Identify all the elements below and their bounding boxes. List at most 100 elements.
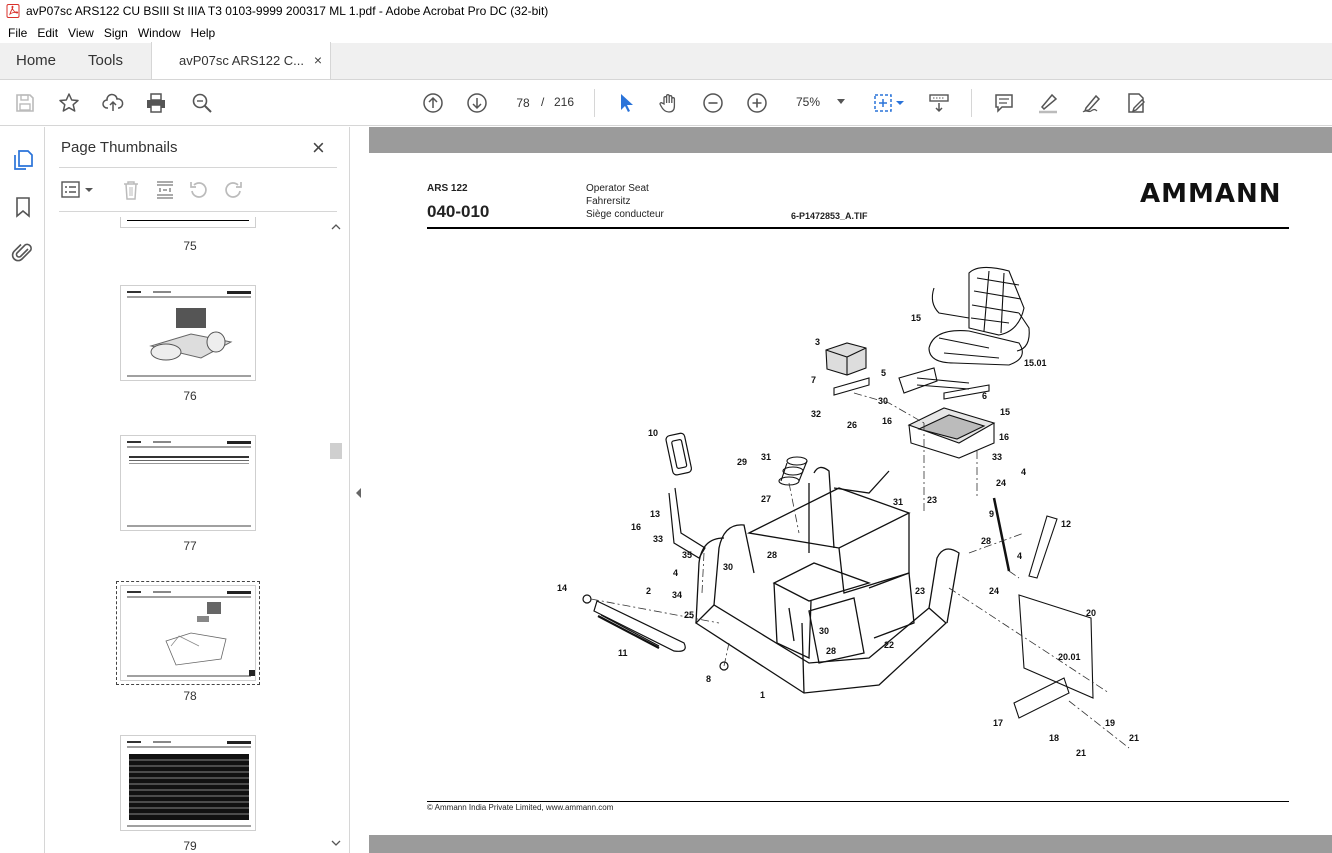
save-icon[interactable]	[13, 91, 37, 115]
thumbnail-page-79[interactable]	[120, 735, 256, 831]
select-cursor-icon[interactable]	[613, 91, 637, 115]
pdf-page: ARS 122 040-010 Operator Seat Fahrersitz…	[369, 153, 1332, 835]
thumbnail-label: 77	[183, 539, 197, 553]
callout-34: 34	[672, 590, 682, 600]
fit-page-dropdown-icon[interactable]	[894, 91, 906, 115]
acrobat-pdf-icon	[6, 4, 20, 18]
callout-23b: 23	[915, 586, 925, 596]
menu-file[interactable]: File	[0, 26, 27, 40]
panel-splitter[interactable]	[350, 127, 369, 853]
callout-2: 2	[646, 586, 651, 596]
thumbnail-page-78[interactable]	[116, 581, 260, 685]
callout-28c: 28	[826, 646, 836, 656]
callout-33a: 33	[992, 452, 1002, 462]
callout-24b: 24	[989, 586, 999, 596]
tab-home[interactable]: Home	[0, 42, 88, 79]
title-bar: avP07sc ARS122 CU BSIII St IIIA T3 0103-…	[0, 0, 1332, 22]
close-icon[interactable]: ×	[312, 135, 325, 161]
toolbar	[0, 80, 1332, 126]
callout-20: 20	[1086, 608, 1096, 618]
star-icon[interactable]	[57, 91, 81, 115]
menu-sign[interactable]: Sign	[96, 26, 128, 40]
callout-7: 7	[811, 375, 816, 385]
tab-document[interactable]: avP07sc ARS122 C... ×	[151, 42, 331, 79]
rotate-counterclockwise-icon[interactable]	[188, 179, 210, 201]
callout-8: 8	[706, 674, 711, 684]
menu-help[interactable]: Help	[183, 26, 216, 40]
scroll-mode-icon[interactable]	[927, 91, 951, 115]
callout-35: 35	[682, 550, 692, 560]
exploded-parts-diagram: 1 2 3 4 4 4 5 6 7 8 9 10 11 12 13 14 15 …	[557, 266, 1139, 758]
next-page-icon[interactable]	[465, 91, 489, 115]
scrollbar-thumb[interactable]	[330, 443, 342, 459]
comment-icon[interactable]	[992, 91, 1016, 115]
tab-tools[interactable]: Tools	[88, 42, 151, 79]
fit-page-icon[interactable]	[871, 91, 895, 115]
callout-26: 26	[847, 420, 857, 430]
window-title: avP07sc ARS122 CU BSIII St IIIA T3 0103-…	[26, 4, 549, 18]
page-thumbnails-icon[interactable]	[11, 148, 35, 172]
callout-15-01: 15.01	[1024, 358, 1047, 368]
callout-16c: 16	[631, 522, 641, 532]
tab-close-icon[interactable]: ×	[314, 52, 322, 68]
thumbnail-preview	[127, 741, 251, 827]
menu-view[interactable]: View	[60, 26, 94, 40]
thumbnail-scrollbar[interactable]	[328, 219, 344, 851]
collapse-panel-icon[interactable]	[355, 487, 363, 499]
callout-23a: 23	[927, 495, 937, 505]
callout-24a: 24	[996, 478, 1006, 488]
thumbnail-preview	[127, 441, 251, 527]
zoom-select[interactable]: 75%	[789, 90, 849, 114]
delete-page-icon[interactable]	[120, 179, 142, 201]
thumbnail-panel: Page Thumbnails × 75 76 77 78 79	[45, 127, 350, 853]
extract-pages-icon[interactable]	[154, 179, 176, 201]
callout-31b: 31	[893, 497, 903, 507]
callout-16b: 16	[999, 432, 1009, 442]
attachment-icon[interactable]	[11, 240, 35, 264]
document-view[interactable]: ARS 122 040-010 Operator Seat Fahrersitz…	[369, 127, 1332, 853]
zoom-search-icon[interactable]	[190, 91, 214, 115]
thumbnail-page-77[interactable]	[120, 435, 256, 531]
callout-4a: 4	[673, 568, 678, 578]
thumbnail-label: 76	[183, 389, 197, 403]
hand-tool-icon[interactable]	[657, 91, 681, 115]
panel-divider	[59, 167, 337, 168]
callout-25: 25	[684, 610, 694, 620]
zoom-out-icon[interactable]	[701, 91, 725, 115]
thumbnail-page-76[interactable]	[120, 285, 256, 381]
thumbnail-options-icon[interactable]	[61, 179, 95, 201]
callout-30b: 30	[723, 562, 733, 572]
print-icon[interactable]	[144, 91, 168, 115]
rotate-clockwise-icon[interactable]	[222, 179, 244, 201]
callout-22: 22	[884, 640, 894, 650]
callout-30c: 30	[819, 626, 829, 636]
fill-sign-icon[interactable]	[1124, 91, 1148, 115]
menu-edit[interactable]: Edit	[29, 26, 58, 40]
callout-16a: 16	[882, 416, 892, 426]
previous-page-icon[interactable]	[421, 91, 445, 115]
callout-10: 10	[648, 428, 658, 438]
zoom-value: 75%	[796, 95, 821, 109]
menu-window[interactable]: Window	[130, 26, 181, 40]
draw-sign-icon[interactable]	[1080, 91, 1104, 115]
callout-14: 14	[557, 583, 567, 593]
callout-18: 18	[1049, 733, 1059, 743]
callout-28a: 28	[767, 550, 777, 560]
callout-9: 9	[989, 509, 994, 519]
zoom-in-icon[interactable]	[745, 91, 769, 115]
callout-30a: 30	[878, 396, 888, 406]
highlight-pen-icon[interactable]	[1036, 91, 1060, 115]
callout-4c: 4	[1017, 551, 1022, 561]
callout-13: 13	[650, 509, 660, 519]
panel-title: Page Thumbnails	[61, 139, 178, 156]
callout-15a: 15	[911, 313, 921, 323]
panel-divider	[59, 211, 337, 212]
thumbnail-page-75[interactable]	[120, 217, 256, 228]
bookmark-icon[interactable]	[11, 195, 35, 219]
tab-document-label: avP07sc ARS122 C...	[179, 53, 305, 68]
callout-31a: 31	[761, 452, 771, 462]
thumbnail-preview	[127, 291, 251, 377]
upload-cloud-icon[interactable]	[101, 91, 125, 115]
menu-bar: File Edit View Sign Window Help	[0, 22, 1332, 43]
page-number-input[interactable]: 78	[509, 90, 537, 114]
